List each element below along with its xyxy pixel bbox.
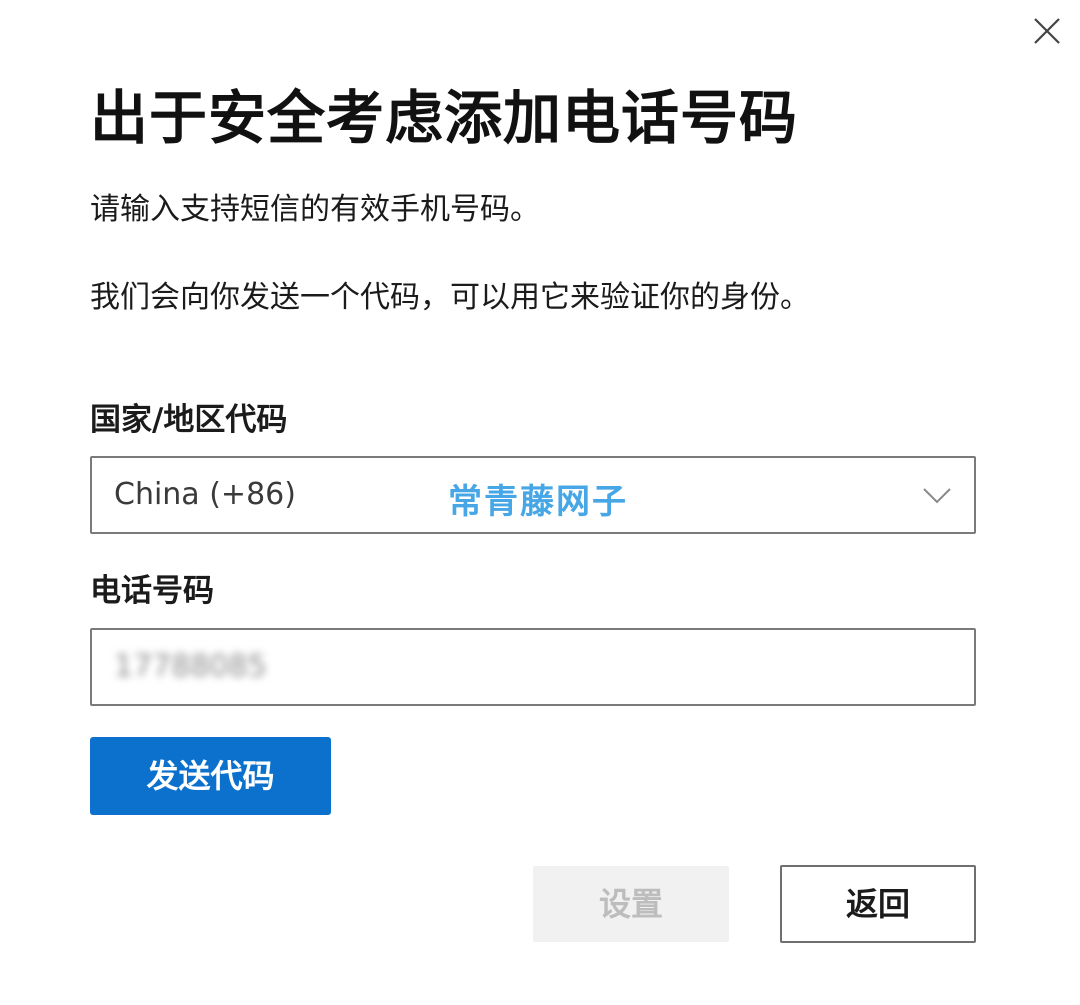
country-code-label: 国家/地区代码 — [90, 402, 288, 438]
dialog-title: 出于安全考虑添加电话号码 — [90, 84, 799, 152]
watermark-text: 常青藤网子 — [448, 482, 628, 522]
country-code-value: China (+86) — [114, 477, 296, 512]
country-code-select[interactable]: China (+86) 常青藤网子 — [90, 456, 976, 534]
phone-number-label: 电话号码 — [90, 573, 214, 609]
phone-number-input[interactable]: 17788085 — [90, 628, 976, 706]
description-verify: 我们会向你发送一个代码，可以用它来验证你的身份。 — [90, 280, 810, 315]
set-button: 设置 — [533, 866, 729, 942]
description-sms: 请输入支持短信的有效手机号码。 — [90, 192, 540, 227]
phone-number-value: 17788085 — [114, 649, 267, 684]
send-code-button[interactable]: 发送代码 — [90, 737, 331, 815]
close-icon — [1034, 18, 1060, 44]
back-button[interactable]: 返回 — [780, 865, 976, 943]
chevron-down-icon — [923, 488, 951, 504]
close-button[interactable] — [1022, 6, 1070, 54]
